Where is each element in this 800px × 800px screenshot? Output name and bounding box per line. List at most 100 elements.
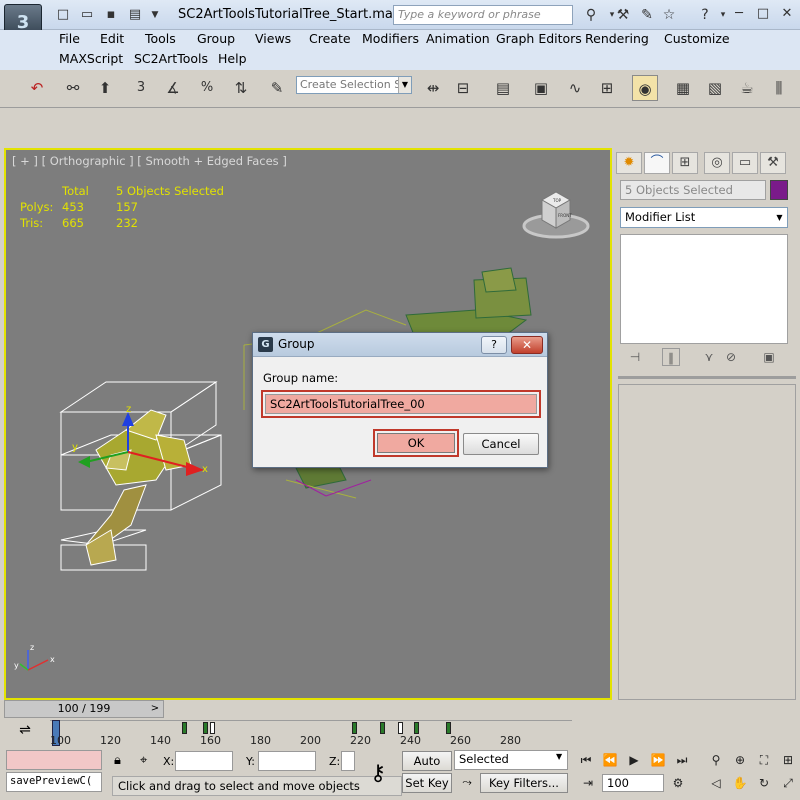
close-window-button[interactable]: ✕ bbox=[776, 4, 798, 24]
menu-animation[interactable]: Animation bbox=[426, 29, 490, 49]
orbit-icon[interactable]: ↻ bbox=[754, 773, 774, 793]
percent-snap-icon[interactable]: % bbox=[194, 75, 220, 101]
modify-tab-icon[interactable]: ⌒ bbox=[644, 152, 670, 174]
lock-selection-icon[interactable]: 🔒︎ bbox=[114, 753, 121, 768]
time-configuration-icon[interactable]: ⚙ bbox=[668, 773, 688, 793]
key-filters-button[interactable]: Key Filters... bbox=[480, 773, 568, 793]
menu-rendering[interactable]: Rendering bbox=[585, 29, 649, 49]
menu-modifiers[interactable]: Modifiers bbox=[362, 29, 419, 49]
edit-named-selection-icon[interactable]: ✎ bbox=[264, 75, 290, 101]
zoom-icon[interactable]: ⚲ bbox=[706, 750, 726, 770]
communication-center-icon[interactable]: ⚒ bbox=[614, 6, 632, 24]
absolute-mode-icon[interactable]: ⌖ bbox=[140, 753, 147, 768]
search-input[interactable]: Type a keyword or phrase bbox=[393, 5, 573, 25]
key-marker[interactable] bbox=[380, 722, 385, 734]
menu-create[interactable]: Create bbox=[309, 29, 351, 49]
utilities-tab-icon[interactable]: ⚒ bbox=[760, 152, 786, 174]
time-slider[interactable]: 100 / 199 bbox=[4, 700, 164, 718]
mini-curve-editor-icon[interactable]: ⇌ bbox=[10, 722, 40, 744]
render-iterative-icon[interactable]: ⫼ bbox=[766, 75, 792, 101]
key-marker[interactable] bbox=[446, 722, 451, 734]
modifier-list-dropdown[interactable]: Modifier List bbox=[620, 207, 788, 228]
binoculars-icon[interactable]: ⚲ bbox=[582, 6, 600, 24]
current-frame-field[interactable]: 100 bbox=[602, 774, 664, 792]
cancel-button[interactable]: Cancel bbox=[463, 433, 539, 455]
zoom-extents-icon[interactable]: ⛶ bbox=[754, 750, 774, 770]
play-icon[interactable]: ▶ bbox=[624, 750, 644, 770]
maxscript-listener-input[interactable]: savePreviewC( bbox=[6, 772, 102, 792]
new-file-icon[interactable]: □ bbox=[54, 6, 72, 24]
chevron-down-icon[interactable]: ▼ bbox=[556, 752, 562, 761]
snap-toggle-3d-icon[interactable]: 3 bbox=[128, 75, 154, 101]
auto-key-button[interactable]: Auto Key bbox=[402, 751, 452, 786]
material-editor-icon[interactable]: ◉ bbox=[632, 75, 658, 101]
menu-help[interactable]: Help bbox=[218, 49, 247, 69]
dialog-close-button[interactable]: ✕ bbox=[511, 336, 543, 354]
pin-stack-icon[interactable]: ⊣ bbox=[626, 348, 644, 366]
key-mode-select[interactable]: Selected bbox=[454, 750, 568, 770]
show-end-result-icon[interactable]: ∥ bbox=[662, 348, 680, 366]
key-icon[interactable]: ⚷ bbox=[358, 752, 398, 796]
menu-tools[interactable]: Tools bbox=[145, 29, 176, 49]
help-icon[interactable]: ? bbox=[696, 6, 714, 24]
selection-name-field[interactable]: 5 Objects Selected bbox=[620, 180, 766, 200]
y-coord-field[interactable] bbox=[258, 751, 316, 771]
layer-manager-icon[interactable]: ▤ bbox=[490, 75, 516, 101]
dialog-help-button[interactable]: ? bbox=[481, 336, 507, 354]
key-marker[interactable] bbox=[182, 722, 187, 734]
hierarchy-tab-icon[interactable]: ⊞ bbox=[672, 152, 698, 174]
menu-maxscript[interactable]: MAXScript bbox=[59, 49, 123, 69]
select-link-icon[interactable]: ⚯ bbox=[60, 75, 86, 101]
open-folder-icon[interactable]: ▭ bbox=[78, 6, 96, 24]
motion-tab-icon[interactable]: ◎ bbox=[704, 152, 730, 174]
save-icon[interactable]: ▪ bbox=[102, 6, 120, 24]
key-mode-toggle-icon[interactable]: ⇥ bbox=[578, 773, 598, 793]
curve-editor-icon[interactable]: ∿ bbox=[562, 75, 588, 101]
render-setup-icon[interactable]: ▦ bbox=[670, 75, 696, 101]
go-to-end-icon[interactable]: ⏭ bbox=[672, 750, 692, 770]
default-in-out-tangents-icon[interactable]: ⤳ bbox=[456, 775, 478, 793]
menu-edit[interactable]: Edit bbox=[100, 29, 124, 49]
ok-button[interactable]: OK bbox=[377, 433, 455, 453]
modifier-stack[interactable] bbox=[620, 234, 788, 344]
pan-view-icon[interactable]: ✋ bbox=[730, 773, 750, 793]
hold-icon[interactable]: ▤ bbox=[126, 6, 144, 24]
angle-snap-icon[interactable]: ∡ bbox=[160, 75, 186, 101]
configure-modifier-sets-icon[interactable]: ▣ bbox=[760, 348, 778, 366]
remove-modifier-icon[interactable]: ⊘ bbox=[722, 348, 740, 366]
menu-file[interactable]: File bbox=[59, 29, 80, 49]
key-marker[interactable] bbox=[398, 722, 403, 734]
key-marker[interactable] bbox=[352, 722, 357, 734]
zoom-all-icon[interactable]: ⊕ bbox=[730, 750, 750, 770]
maximize-viewport-icon[interactable]: ⤢ bbox=[778, 773, 798, 793]
make-unique-icon[interactable]: ⋎ bbox=[700, 348, 718, 366]
time-slider-next-icon[interactable]: > bbox=[148, 701, 162, 717]
select-object-icon[interactable]: ⬆ bbox=[92, 75, 118, 101]
menu-views[interactable]: Views bbox=[255, 29, 291, 49]
create-selection-set-dropdown[interactable]: Create Selection Se bbox=[296, 76, 412, 94]
align-icon[interactable]: ⊟ bbox=[450, 75, 476, 101]
set-key-button[interactable]: Set Key bbox=[402, 773, 452, 793]
group-name-input[interactable]: SC2ArtToolsTutorialTree_00 bbox=[265, 394, 537, 414]
render-production-icon[interactable]: ☕ bbox=[734, 75, 760, 101]
zoom-extents-all-icon[interactable]: ⊞ bbox=[778, 750, 798, 770]
next-frame-icon[interactable]: ⏩ bbox=[648, 750, 668, 770]
object-color-swatch[interactable] bbox=[770, 180, 788, 200]
menu-sc2arttools[interactable]: SC2ArtTools bbox=[134, 49, 208, 69]
z-coord-field[interactable] bbox=[341, 751, 355, 771]
display-tab-icon[interactable]: ▭ bbox=[732, 152, 758, 174]
key-marker[interactable] bbox=[414, 722, 419, 734]
spinner-snap-icon[interactable]: ⇅ bbox=[228, 75, 254, 101]
schematic-view-icon[interactable]: ⊞ bbox=[594, 75, 620, 101]
key-marker[interactable] bbox=[203, 722, 208, 734]
key-marker[interactable] bbox=[210, 722, 215, 734]
rendered-frame-window-icon[interactable]: ▧ bbox=[702, 75, 728, 101]
undo-icon[interactable]: ↶ bbox=[24, 75, 50, 101]
key-search-icon[interactable]: ✎ bbox=[638, 6, 656, 24]
chevron-down-icon[interactable]: ▼ bbox=[772, 208, 787, 227]
previous-frame-icon[interactable]: ⏪ bbox=[600, 750, 620, 770]
menu-group[interactable]: Group bbox=[197, 29, 235, 49]
go-to-start-icon[interactable]: ⏮ bbox=[576, 750, 596, 770]
maxscript-mini-listener-pink[interactable] bbox=[6, 750, 102, 770]
maximize-button[interactable]: □ bbox=[752, 4, 774, 24]
